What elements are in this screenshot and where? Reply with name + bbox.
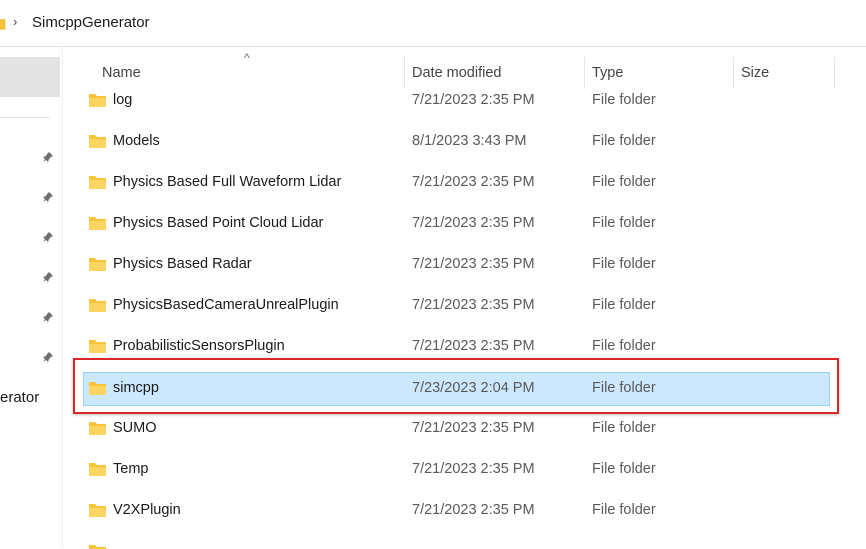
file-name[interactable]: Physics Based Radar	[113, 256, 252, 272]
file-type: File folder	[592, 174, 656, 190]
file-type: File folder	[592, 92, 656, 108]
date-modified: 7/21/2023 2:35 PM	[412, 420, 535, 436]
file-name[interactable]: PhysicsBasedCameraUnrealPlugin	[113, 297, 339, 313]
pin-icon[interactable]	[42, 351, 54, 363]
date-modified: 7/21/2023 2:35 PM	[412, 92, 535, 108]
file-row-sumo[interactable]: SUMO 7/21/2023 2:35 PM File folder	[83, 412, 830, 446]
file-name[interactable]: Models	[113, 133, 160, 149]
date-modified: 8/1/2023 3:43 PM	[412, 133, 527, 149]
nav-item-generator[interactable]: erator	[0, 389, 39, 406]
file-row-physics-based-radar[interactable]: Physics Based Radar 7/21/2023 2:35 PM File…	[83, 248, 830, 282]
column-header-size[interactable]: Size	[741, 65, 769, 81]
folder-icon	[0, 19, 6, 30]
date-modified: 7/21/2023 2:35 PM	[412, 174, 535, 190]
folder-icon	[89, 258, 106, 271]
file-row-physics-based-point-cloud-lidar[interactable]: Physics Based Point Cloud Lidar 7/21/2023…	[83, 207, 830, 241]
folder-icon	[89, 94, 106, 107]
file-row-v2xplugin[interactable]: V2XPlugin 7/21/2023 2:35 PM File folder	[83, 494, 830, 528]
file-row-physics-based-full-waveform-lidar[interactable]: Physics Based Full Waveform Lidar 7/21/20…	[83, 166, 830, 200]
nav-item-selected[interactable]	[0, 57, 60, 97]
column-header-date-modified[interactable]: Date modified	[412, 65, 501, 81]
file-type: File folder	[592, 461, 656, 477]
chevron-right-icon[interactable]: ›	[13, 14, 17, 29]
column-separator[interactable]	[834, 57, 835, 89]
folder-icon	[89, 422, 106, 435]
column-header-row: ^ Name Date modified Type Size	[63, 47, 866, 89]
file-type: File folder	[592, 133, 656, 149]
date-modified: 7/21/2023 2:35 PM	[412, 256, 535, 272]
pin-icon[interactable]	[42, 231, 54, 243]
file-name[interactable]: Physics Based Full Waveform Lidar	[113, 174, 341, 190]
folder-icon	[89, 340, 106, 353]
navigation-pane: erator	[0, 47, 63, 547]
date-modified: 7/21/2023 2:35 PM	[412, 502, 535, 518]
folder-icon	[89, 463, 106, 476]
column-header-type[interactable]: Type	[592, 65, 623, 81]
file-type: File folder	[592, 297, 656, 313]
pin-icon[interactable]	[42, 151, 54, 163]
pin-icon[interactable]	[42, 191, 54, 203]
folder-icon	[89, 504, 106, 517]
file-row-physicsbasedcameraunrealplugin[interactable]: PhysicsBasedCameraUnrealPlugin 7/21/2023 …	[83, 289, 830, 323]
sort-ascending-icon: ^	[244, 51, 250, 65]
folder-icon	[89, 135, 106, 148]
address-bar[interactable]: › SimcppGenerator	[0, 0, 866, 47]
date-modified: 7/21/2023 2:35 PM	[412, 215, 535, 231]
file-name[interactable]: Physics Based Point Cloud Lidar	[113, 215, 323, 231]
folder-icon	[89, 299, 106, 312]
date-modified: 7/21/2023 2:35 PM	[412, 338, 535, 354]
file-type: File folder	[592, 502, 656, 518]
file-name[interactable]: ProbabilisticSensorsPlugin	[113, 338, 285, 354]
file-type: File folder	[592, 420, 656, 436]
pin-icon[interactable]	[42, 311, 54, 323]
file-name[interactable]: SUMO	[113, 420, 157, 436]
file-row-models[interactable]: Models 8/1/2023 3:43 PM File folder	[83, 125, 830, 159]
file-row-temp[interactable]: Temp 7/21/2023 2:35 PM File folder	[83, 453, 830, 487]
file-type: File folder	[592, 338, 656, 354]
pin-icon[interactable]	[42, 271, 54, 283]
folder-icon	[89, 545, 106, 549]
breadcrumb-simcppgenerator[interactable]: SimcppGenerator	[32, 14, 150, 31]
file-type: File folder	[592, 215, 656, 231]
folder-icon	[89, 217, 106, 230]
date-modified: 7/21/2023 2:35 PM	[412, 461, 535, 477]
file-name[interactable]: V2XPlugin	[113, 502, 181, 518]
file-type: File folder	[592, 256, 656, 272]
file-list: ^ Name Date modified Type Size log 7/21/2…	[63, 47, 866, 547]
file-name[interactable]: Temp	[113, 461, 148, 477]
column-header-name[interactable]: Name	[102, 65, 141, 81]
nav-divider	[0, 117, 50, 118]
annotation-highlight-box	[73, 358, 839, 414]
file-row-log[interactable]: log 7/21/2023 2:35 PM File folder	[83, 84, 830, 118]
date-modified: 7/21/2023 2:35 PM	[412, 297, 535, 313]
file-name[interactable]: log	[113, 92, 132, 108]
folder-icon	[89, 176, 106, 189]
